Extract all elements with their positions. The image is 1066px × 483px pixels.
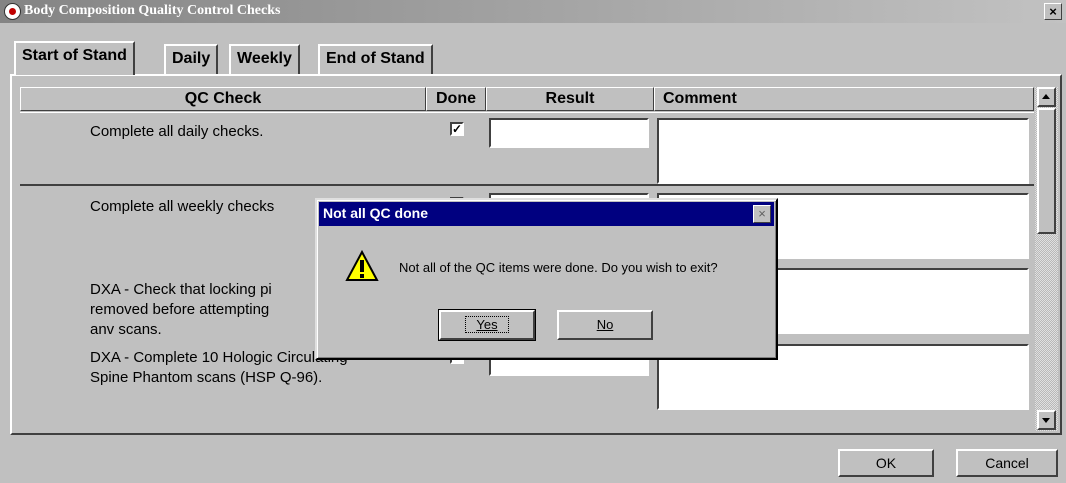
yes-button[interactable]: Yes <box>438 309 536 341</box>
column-header-comment[interactable]: Comment <box>654 87 1034 111</box>
scroll-down-button[interactable] <box>1037 410 1056 430</box>
tab-daily[interactable]: Daily <box>164 44 219 74</box>
column-header-result[interactable]: Result <box>486 87 654 111</box>
arrow-down-icon <box>1042 418 1050 423</box>
tab-start-of-stand[interactable]: Start of Stand <box>14 41 135 75</box>
confirm-exit-dialog: Not all QC done × Not all of the QC item… <box>315 198 778 360</box>
tab-weekly[interactable]: Weekly <box>229 44 300 74</box>
window-title: Body Composition Quality Control Checks <box>24 3 281 18</box>
dialog-title: Not all QC done <box>323 205 428 221</box>
comment-input[interactable] <box>657 118 1029 184</box>
scrollbar-thumb[interactable] <box>1037 108 1056 234</box>
ok-button[interactable]: OK <box>838 449 934 477</box>
dialog-close-button[interactable]: × <box>753 205 771 223</box>
no-button-label: No <box>596 317 614 332</box>
done-checkbox[interactable]: ✓ <box>450 122 464 136</box>
arrow-up-icon <box>1042 94 1050 99</box>
scroll-up-button[interactable] <box>1037 87 1056 107</box>
yes-button-label: Yes <box>465 316 509 333</box>
column-header-qc-check[interactable]: QC Check <box>20 87 426 111</box>
result-input[interactable] <box>489 118 649 148</box>
qc-check-text: Complete all daily checks. <box>90 123 264 140</box>
no-button[interactable]: No <box>557 310 653 340</box>
cancel-button[interactable]: Cancel <box>956 449 1058 477</box>
tab-end-of-stand[interactable]: End of Stand <box>318 44 433 74</box>
dialog-message: Not all of the QC items were done. Do yo… <box>399 260 718 275</box>
close-window-button[interactable]: × <box>1044 3 1062 20</box>
dialog-title-bar: Not all QC done × <box>319 202 774 226</box>
app-icon <box>4 3 21 20</box>
column-header-done[interactable]: Done <box>426 87 486 111</box>
warning-icon <box>345 250 379 281</box>
